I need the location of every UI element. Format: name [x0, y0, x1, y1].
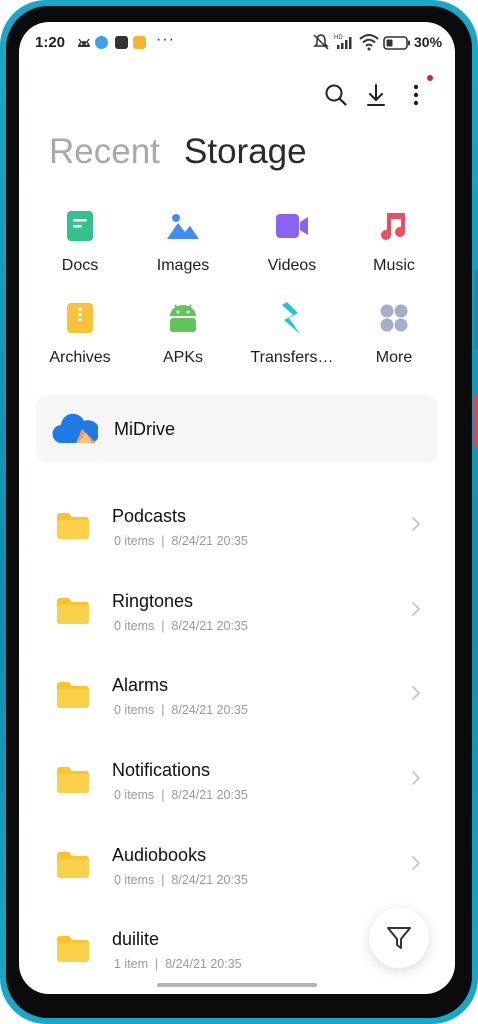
- note-notification-icon: [133, 36, 146, 49]
- chevron-right-icon: [411, 516, 421, 537]
- folder-icon: [56, 935, 90, 968]
- folder-name: Alarms: [112, 675, 169, 695]
- category-apks[interactable]: APKs: [130, 300, 236, 367]
- category-videos[interactable]: Videos: [239, 208, 345, 275]
- midrive-card[interactable]: MiDrive: [36, 395, 438, 463]
- chevron-right-icon: [411, 770, 421, 791]
- category-label: Archives: [49, 349, 111, 366]
- music-icon: [376, 208, 412, 244]
- midrive-label: MiDrive: [114, 419, 175, 439]
- category-label: APKs: [162, 349, 203, 366]
- category-images[interactable]: Images: [130, 208, 236, 275]
- more-vertical-icon: [413, 84, 419, 106]
- status-time: 1:20: [35, 34, 66, 51]
- svg-text:HD: HD: [334, 35, 343, 41]
- folder-meta: 0 items | 8/24/21 20:35: [114, 619, 248, 633]
- mute-bell-icon: [312, 33, 330, 56]
- screen: 1:20 ··· HD 30% Recent Storage Docs Imag…: [19, 22, 455, 994]
- android-notification-icon: [76, 35, 92, 54]
- folder-meta: 0 items | 8/24/21 20:35: [114, 534, 248, 548]
- category-label: Videos: [267, 257, 317, 274]
- videos-icon: [274, 208, 310, 244]
- home-indicator[interactable]: [157, 983, 317, 987]
- folder-icon: [56, 851, 90, 884]
- signal-icon: HD: [334, 33, 354, 56]
- folder-meta: 0 items | 8/24/21 20:35: [114, 703, 248, 717]
- search-icon: [325, 84, 347, 106]
- folder-row[interactable]: Notifications 0 items | 8/24/21 20:35: [19, 750, 455, 834]
- folder-row[interactable]: Podcasts 0 items | 8/24/21 20:35: [19, 496, 455, 580]
- category-label: Transfers…: [250, 349, 334, 366]
- category-label: Music: [373, 257, 415, 274]
- folder-row[interactable]: Alarms 0 items | 8/24/21 20:35: [19, 665, 455, 749]
- category-music[interactable]: Music: [341, 208, 447, 275]
- download-button[interactable]: [361, 80, 391, 110]
- images-icon: [165, 208, 201, 244]
- folder-name: Ringtones: [112, 591, 194, 611]
- folder-icon: [56, 766, 90, 799]
- battery-icon: [383, 36, 411, 55]
- category-label: Images: [156, 257, 210, 274]
- folder-row[interactable]: Ringtones 0 items | 8/24/21 20:35: [19, 581, 455, 665]
- folder-icon: [56, 597, 90, 630]
- folder-meta: 0 items | 8/24/21 20:35: [114, 873, 248, 887]
- image-notification-icon: [115, 36, 128, 49]
- folder-name: Audiobooks: [112, 845, 207, 865]
- more-options-button[interactable]: [401, 80, 431, 110]
- filter-icon: [387, 927, 411, 949]
- volume-button: [474, 270, 478, 350]
- folder-name: Notifications: [112, 760, 211, 780]
- category-label: Docs: [61, 257, 99, 274]
- chevron-right-icon: [411, 685, 421, 706]
- category-archives[interactable]: Archives: [27, 300, 133, 367]
- category-more[interactable]: More: [341, 300, 447, 367]
- power-button: [474, 394, 478, 448]
- folder-name: Podcasts: [112, 506, 187, 526]
- download-icon: [367, 84, 385, 106]
- archives-icon: [62, 300, 98, 336]
- tab-recent[interactable]: Recent: [49, 132, 160, 172]
- search-button[interactable]: [321, 80, 351, 110]
- status-bar: 1:20 ··· HD 30%: [19, 22, 455, 64]
- folder-name: duilite: [112, 929, 160, 949]
- wifi-icon: [359, 33, 379, 56]
- more-grid-icon: [376, 300, 412, 336]
- docs-icon: [62, 208, 98, 244]
- category-label: More: [375, 349, 413, 366]
- cloud-icon: [52, 411, 100, 450]
- chevron-right-icon: [411, 855, 421, 876]
- category-docs[interactable]: Docs: [27, 208, 133, 275]
- app-notification-icon: [95, 36, 108, 49]
- apk-icon: [165, 300, 201, 336]
- tab-storage[interactable]: Storage: [184, 132, 307, 172]
- folder-icon: [56, 512, 90, 545]
- transfers-icon: [274, 300, 310, 336]
- battery-percent: 30%: [414, 34, 443, 50]
- folder-meta: 1 item | 8/24/21 20:35: [114, 957, 242, 971]
- folder-icon: [56, 681, 90, 714]
- filter-button[interactable]: [369, 908, 429, 968]
- update-badge: [427, 75, 433, 81]
- folder-meta: 0 items | 8/24/21 20:35: [114, 788, 248, 802]
- category-transfers[interactable]: Transfers…: [239, 300, 345, 367]
- folder-row[interactable]: Audiobooks 0 items | 8/24/21 20:35: [19, 835, 455, 919]
- more-notifications-icon: ···: [156, 31, 175, 48]
- chevron-right-icon: [411, 601, 421, 622]
